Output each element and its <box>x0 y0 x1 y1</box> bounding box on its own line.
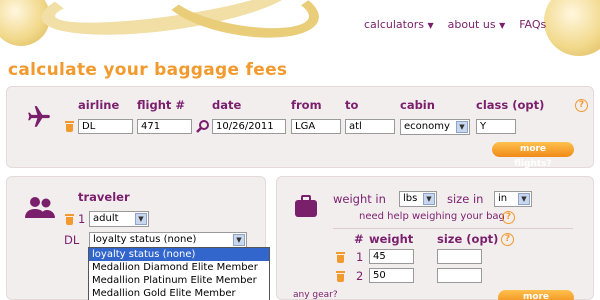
loyalty-option[interactable]: Medallion Platinum Elite Member <box>89 274 269 287</box>
chevron-down-icon: ▼ <box>518 193 530 205</box>
gold-orb-right <box>544 0 600 56</box>
trash-icon[interactable] <box>336 271 345 282</box>
from-label: from <box>291 98 322 112</box>
traveler-index: 1 <box>78 212 86 226</box>
to-label: to <box>345 98 359 112</box>
cabin-select-value: economy <box>404 121 450 132</box>
more-flights-button[interactable]: more flights? <box>492 142 574 169</box>
loyalty-option[interactable]: Medallion Diamond Elite Member <box>89 261 269 274</box>
size-in-label: size in <box>447 192 484 206</box>
weight-in-label: weight in <box>333 192 386 206</box>
top-nav: calculators ▼ about us ▼ FAQs <box>364 18 546 31</box>
bag-weight-field[interactable]: 50 <box>369 268 414 283</box>
date-label: date <box>212 98 242 112</box>
loyalty-dropdown-list: loyalty status (none) Medallion Diamond … <box>88 247 270 300</box>
airline-field[interactable]: DL <box>78 119 133 134</box>
cabin-select[interactable]: economy ▼ <box>400 119 470 135</box>
more-bags-button[interactable]: more bags? <box>498 290 574 300</box>
airplane-icon <box>28 106 50 127</box>
trash-icon[interactable] <box>336 252 345 263</box>
loyalty-option[interactable]: loyalty status (none) <box>89 248 269 261</box>
search-icon[interactable] <box>196 119 210 133</box>
trash-icon[interactable] <box>65 121 74 132</box>
class-field[interactable]: Y <box>476 119 516 134</box>
divider <box>333 228 573 229</box>
bag-size-field[interactable] <box>437 268 482 283</box>
weight-unit-value: lbs <box>403 193 418 204</box>
cabin-label: cabin <box>400 98 435 112</box>
traveler-heading: traveler <box>78 190 130 204</box>
weighing-help-icon[interactable]: ? <box>502 211 515 224</box>
weight-unit-select[interactable]: lbs ▼ <box>399 191 437 207</box>
loyalty-status-select[interactable]: loyalty status (none) ▼ <box>89 232 247 248</box>
chevron-down-icon: ▼ <box>135 213 147 225</box>
bag-weight-header: weight <box>369 232 414 246</box>
airline-label: airline <box>78 98 120 112</box>
bag-number-header: # <box>354 232 364 246</box>
bag-row-index: 1 <box>356 250 364 264</box>
nav-about-us[interactable]: about us ▼ <box>448 18 506 31</box>
size-help-icon[interactable]: ? <box>501 233 514 246</box>
size-unit-value: in <box>498 193 508 204</box>
to-field[interactable]: atl <box>345 119 395 134</box>
class-label: class (opt) <box>476 98 545 112</box>
suitcase-icon <box>295 195 317 217</box>
trash-icon[interactable] <box>65 214 74 225</box>
chevron-down-icon: ▼ <box>456 121 468 133</box>
loyalty-status-value: loyalty status (none) <box>93 234 197 245</box>
bag-size-header: size (opt) <box>437 232 499 246</box>
size-unit-select[interactable]: in ▼ <box>494 191 532 207</box>
gold-orb-left <box>0 0 50 46</box>
loyalty-option[interactable]: Medallion Gold Elite Member <box>89 287 269 300</box>
bag-size-field[interactable] <box>437 249 482 264</box>
flight-number-field[interactable]: 471 <box>137 119 192 134</box>
class-help-icon[interactable]: ? <box>575 99 588 112</box>
traveler-type-select[interactable]: adult ▼ <box>89 211 149 227</box>
nav-faqs[interactable]: FAQs <box>519 18 546 31</box>
date-field[interactable]: 10/26/2011 <box>212 119 286 134</box>
people-icon <box>25 197 55 218</box>
any-gear-link[interactable]: any gear? <box>293 290 338 300</box>
traveler-type-value: adult <box>93 213 119 224</box>
bag-row-index: 2 <box>356 269 364 283</box>
bag-weight-field[interactable]: 45 <box>369 249 414 264</box>
from-field[interactable]: LGA <box>291 119 341 134</box>
page-title: calculate your baggage fees <box>8 60 288 80</box>
chevron-down-icon: ▼ <box>233 234 245 246</box>
loyalty-airline-code: DL <box>64 233 80 247</box>
help-weighing-link[interactable]: need help weighing your bag <box>359 211 505 222</box>
flight-number-label: flight # <box>137 98 186 112</box>
nav-calculators[interactable]: calculators ▼ <box>364 18 434 31</box>
chevron-down-icon: ▼ <box>423 193 435 205</box>
